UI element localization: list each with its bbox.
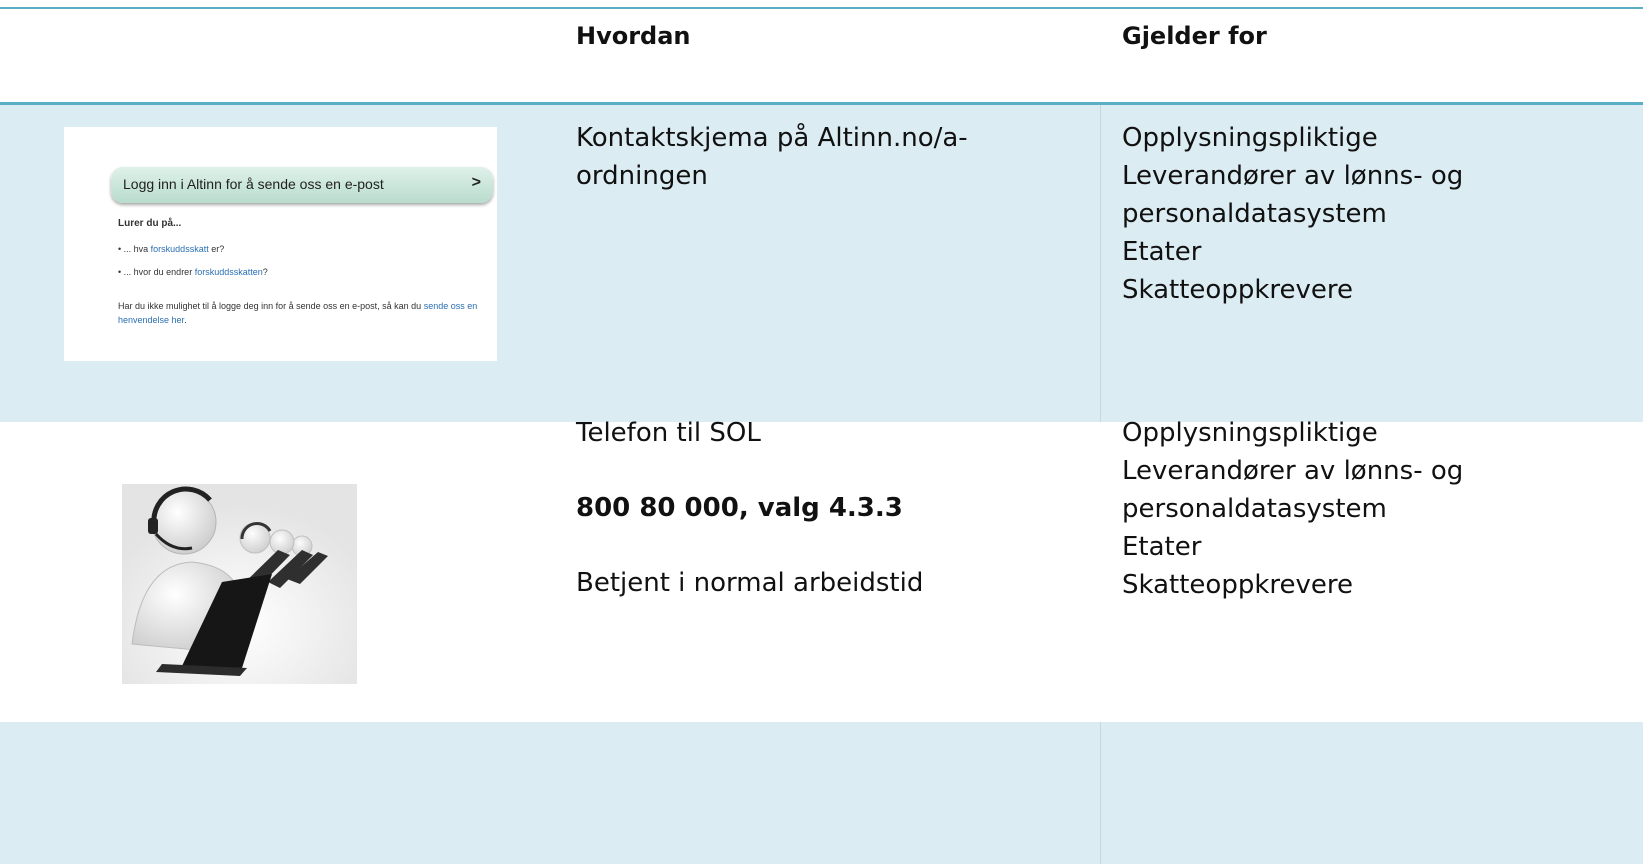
applies-list: Opplysningspliktige Leverandører av lønn… bbox=[1122, 418, 1464, 600]
table-row-empty bbox=[0, 722, 1643, 864]
thumbnail-link: forskuddsskatt bbox=[150, 244, 209, 254]
table-row-contact-form: Logg inn i Altinn for å sende oss en e-p… bbox=[0, 105, 1643, 422]
thumbnail-item-text: • ... hvor du endrer bbox=[118, 267, 195, 277]
applies-list: Opplysningspliktige Leverandører av lønn… bbox=[1122, 123, 1464, 305]
header-gjelder-for: Gjelder for bbox=[1122, 22, 1267, 50]
thumbnail-list-item: • ... hvor du endrer forskuddsskatten? bbox=[118, 267, 268, 277]
call-center-illustration-icon bbox=[122, 484, 357, 684]
page: Hvordan Gjelder for Logg inn i Altinn fo… bbox=[0, 0, 1643, 864]
opening-hours: Betjent i normal arbeidstid bbox=[576, 568, 924, 598]
column-divider bbox=[1100, 722, 1101, 864]
chevron-right-icon: > bbox=[471, 174, 481, 191]
phone-number: 800 80 000, valg 4.3.3 bbox=[576, 493, 903, 523]
thumbnail-para-text: Har du ikke mulighet til å logge deg inn… bbox=[118, 301, 424, 311]
thumbnail-link: forskuddsskatten bbox=[194, 267, 263, 277]
table-row-phone: Telefon til SOL 800 80 000, valg 4.3.3 B… bbox=[0, 418, 1643, 722]
login-bar: Logg inn i Altinn for å sende oss en e-p… bbox=[111, 167, 493, 203]
thumbnail-list-item: • ... hva forskuddsskatt er? bbox=[118, 244, 224, 254]
how-phone-label: Telefon til SOL bbox=[576, 418, 761, 448]
thumbnail-heading: Lurer du på... bbox=[118, 218, 182, 229]
top-rule bbox=[0, 7, 1643, 9]
thumbnail-item-text: • ... hva bbox=[118, 244, 151, 254]
header-hvordan: Hvordan bbox=[576, 22, 691, 50]
altinn-screenshot-thumbnail: Logg inn i Altinn for å sende oss en e-p… bbox=[64, 127, 497, 361]
thumbnail-para-end: . bbox=[184, 315, 187, 325]
thumbnail-paragraph: Har du ikke mulighet til å logge deg inn… bbox=[118, 299, 490, 327]
thumbnail-item-text: er? bbox=[208, 244, 225, 254]
thumbnail-item-text: ? bbox=[262, 267, 268, 277]
login-bar-label: Logg inn i Altinn for å sende oss en e-p… bbox=[123, 176, 384, 192]
column-divider bbox=[1100, 105, 1101, 422]
how-contact-form: Kontaktskjema på Altinn.no/a- ordningen bbox=[576, 123, 968, 191]
